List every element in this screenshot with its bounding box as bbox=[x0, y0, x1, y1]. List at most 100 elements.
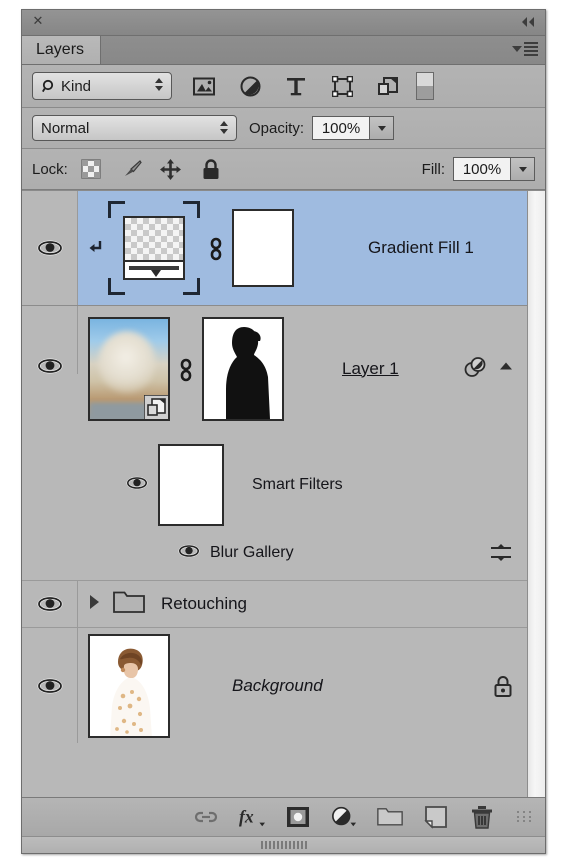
smart-filters-visibility-toggle[interactable] bbox=[126, 476, 148, 495]
blend-mode-stepper[interactable] bbox=[220, 121, 228, 134]
collapse-double-chevron-icon[interactable] bbox=[519, 15, 537, 29]
table-row[interactable]: Layer 1 Smart Filters Blur Gallery bbox=[22, 306, 527, 581]
svg-text:fx: fx bbox=[239, 807, 254, 827]
blend-mode-select[interactable]: Normal bbox=[32, 115, 237, 141]
layer-mask-thumbnail[interactable] bbox=[232, 209, 294, 287]
background-thumbnail[interactable] bbox=[88, 633, 170, 738]
panel-bottom-toolbar: fx bbox=[22, 797, 545, 836]
layer-mask-icon bbox=[287, 807, 309, 827]
fill-input[interactable]: 100% bbox=[453, 157, 511, 181]
panel-tabstrip: Layers bbox=[22, 36, 545, 65]
add-layer-style-button[interactable]: fx bbox=[239, 804, 265, 830]
layer-name[interactable]: Retouching bbox=[161, 594, 247, 614]
tab-layers-label: Layers bbox=[36, 41, 85, 58]
smart-object-badge bbox=[143, 393, 168, 419]
table-row[interactable]: Retouching bbox=[22, 581, 527, 628]
blend-mode-value: Normal bbox=[41, 119, 90, 137]
magnifier-icon bbox=[42, 79, 56, 93]
eye-icon bbox=[37, 678, 62, 693]
folder-icon bbox=[377, 808, 403, 826]
layer-row-body[interactable]: Retouching bbox=[78, 581, 527, 627]
new-layer-button[interactable] bbox=[423, 804, 449, 830]
lock-label: Lock: bbox=[32, 160, 68, 178]
layer-mask-thumbnail[interactable] bbox=[202, 316, 284, 421]
new-layer-icon bbox=[424, 806, 447, 829]
layer-row-body[interactable]: Background bbox=[78, 628, 527, 743]
filter-kind-select[interactable]: Kind bbox=[32, 72, 172, 100]
smart-filters-label: Smart Filters bbox=[252, 476, 343, 493]
layers-list-scrollbar[interactable] bbox=[527, 191, 545, 797]
layer-row-body[interactable]: Gradient Fill 1 bbox=[78, 191, 527, 305]
delete-layer-button[interactable] bbox=[469, 804, 495, 830]
padlock-icon bbox=[493, 674, 513, 698]
panel-titlebar: ✕ bbox=[22, 10, 545, 36]
smart-filter-effects-icon[interactable] bbox=[463, 354, 489, 383]
eye-icon bbox=[37, 240, 62, 256]
fill-label: Fill: bbox=[421, 160, 445, 178]
layer-name[interactable]: Layer 1 bbox=[342, 359, 399, 379]
opacity-dropdown-button[interactable] bbox=[370, 116, 395, 140]
link-mask-icon[interactable] bbox=[208, 237, 224, 261]
filter-kind-label: Kind bbox=[61, 77, 92, 95]
layer-visibility-toggle[interactable] bbox=[22, 581, 78, 627]
smart-filters-block: Smart Filters Blur Gallery bbox=[78, 431, 527, 571]
close-icon[interactable]: ✕ bbox=[31, 14, 45, 28]
layer-filter-row: Kind bbox=[22, 65, 545, 108]
smart-filter-mask-thumbnail[interactable] bbox=[158, 444, 224, 526]
lock-position-icon[interactable] bbox=[160, 158, 182, 180]
smart-object-thumbnail[interactable] bbox=[88, 316, 170, 421]
eye-icon bbox=[37, 358, 62, 374]
layers-list: Gradient Fill 1 Layer 1 Smart Filters Bl… bbox=[22, 191, 527, 797]
layer-name[interactable]: Gradient Fill 1 bbox=[368, 238, 474, 258]
table-row[interactable]: Background bbox=[22, 628, 527, 743]
lock-image-pixels-icon[interactable] bbox=[120, 158, 142, 180]
new-group-button[interactable] bbox=[377, 804, 403, 830]
pixel-layers-filter-icon[interactable] bbox=[192, 74, 216, 98]
panel-menu-icon[interactable] bbox=[512, 42, 538, 56]
link-mask-icon[interactable] bbox=[178, 358, 194, 381]
link-layers-button[interactable] bbox=[193, 804, 219, 830]
lock-all-icon[interactable] bbox=[200, 158, 222, 180]
resize-grip-icon[interactable] bbox=[517, 811, 533, 823]
hamburger-icon bbox=[524, 42, 538, 56]
layer-thumbnail-selected-frame[interactable] bbox=[108, 201, 200, 295]
eye-icon bbox=[126, 476, 148, 489]
table-row[interactable]: Gradient Fill 1 bbox=[22, 191, 527, 306]
tab-layers[interactable]: Layers bbox=[22, 36, 102, 64]
filter-enable-toggle[interactable] bbox=[416, 72, 434, 100]
layer-row-right-icons bbox=[463, 354, 513, 383]
layer-row-body[interactable]: Layer 1 Smart Filters Blur Gallery bbox=[78, 306, 527, 571]
lock-icons bbox=[80, 158, 222, 180]
folder-icon bbox=[113, 590, 145, 619]
chevron-right-icon[interactable] bbox=[88, 594, 101, 615]
fill-dropdown-button[interactable] bbox=[511, 157, 535, 181]
opacity-label: Opacity: bbox=[249, 119, 305, 137]
half-filled-circle-icon bbox=[332, 806, 357, 827]
blend-mode-row: Normal Opacity: 100% bbox=[22, 108, 545, 149]
opacity-input[interactable]: 100% bbox=[312, 116, 371, 140]
gradient-fill-thumbnail[interactable] bbox=[123, 216, 185, 280]
layer-visibility-toggle[interactable] bbox=[22, 628, 78, 743]
layers-list-wrapper: Gradient Fill 1 Layer 1 Smart Filters Bl… bbox=[22, 190, 545, 797]
filter-blending-options-icon[interactable] bbox=[489, 542, 513, 564]
panel-footer-grip[interactable] bbox=[22, 836, 545, 853]
type-layers-filter-icon[interactable] bbox=[284, 74, 308, 98]
new-adjustment-layer-button[interactable] bbox=[331, 804, 357, 830]
filter-visibility-toggle[interactable] bbox=[178, 544, 200, 563]
scroll-up-arrow-icon[interactable] bbox=[499, 360, 513, 378]
add-layer-mask-button[interactable] bbox=[285, 804, 311, 830]
adjustment-layers-filter-icon[interactable] bbox=[238, 74, 262, 98]
filter-kind-stepper[interactable] bbox=[155, 78, 163, 91]
layer-name[interactable]: Background bbox=[232, 676, 323, 696]
smart-object-filter-icon[interactable] bbox=[376, 74, 400, 98]
shape-layers-filter-icon[interactable] bbox=[330, 74, 354, 98]
link-icon bbox=[194, 811, 218, 823]
layer-visibility-toggle[interactable] bbox=[22, 306, 78, 374]
lock-row: Lock: Fill: 100% bbox=[22, 149, 545, 190]
eye-icon bbox=[37, 596, 62, 612]
filter-type-icons bbox=[192, 74, 400, 98]
screenshot-root: ✕ Layers Kind Normal Opacity: 100% Lock:… bbox=[0, 0, 567, 867]
filter-name[interactable]: Blur Gallery bbox=[210, 544, 294, 562]
layer-visibility-toggle[interactable] bbox=[22, 191, 78, 305]
lock-transparency-icon[interactable] bbox=[80, 158, 102, 180]
